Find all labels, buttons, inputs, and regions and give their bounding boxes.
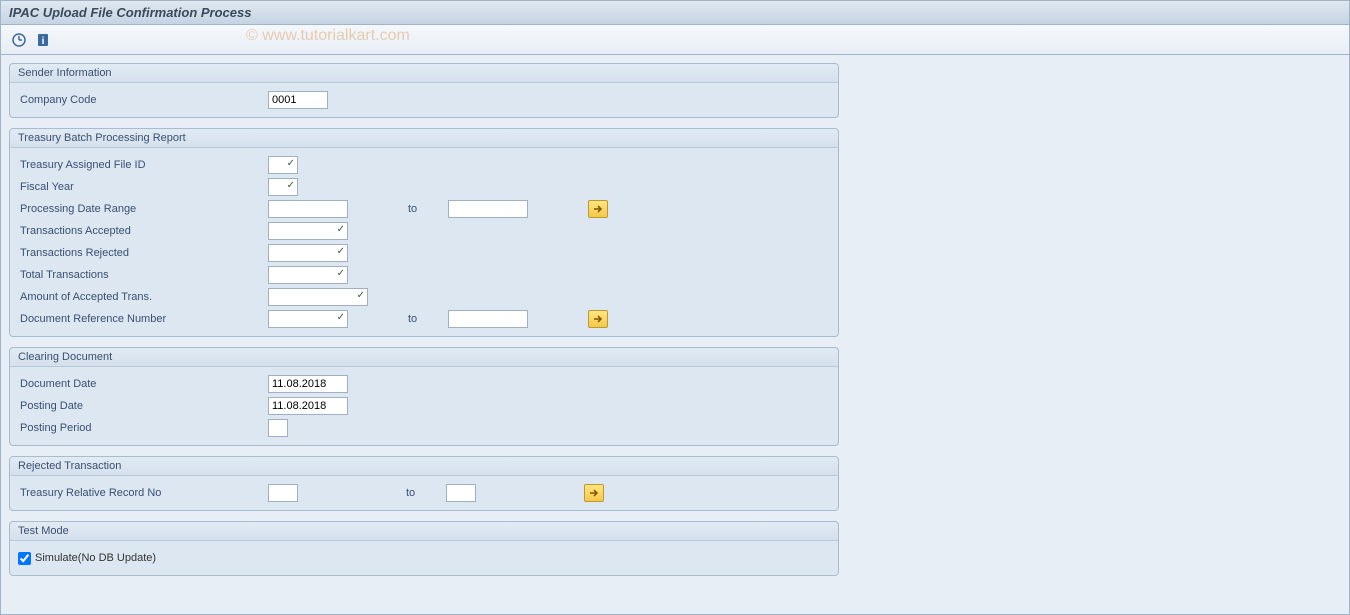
toolbar: i © www.tutorialkart.com [0, 25, 1350, 55]
group-sender: Sender Information Company Code [9, 63, 839, 118]
input-rel-record-to[interactable] [446, 484, 476, 502]
input-post-date[interactable] [268, 397, 348, 415]
content-area: Sender Information Company Code Treasury… [0, 55, 1350, 615]
label-rel-record: Treasury Relative Record No [18, 487, 268, 499]
range-button-rel-record[interactable] [584, 484, 604, 502]
group-treasury: Treasury Batch Processing Report Treasur… [9, 128, 839, 337]
label-proc-date: Processing Date Range [18, 203, 268, 215]
input-doc-ref-from[interactable] [268, 310, 348, 328]
watermark: © www.tutorialkart.com [246, 27, 410, 45]
title-bar: IPAC Upload File Confirmation Process [0, 0, 1350, 25]
group-rejected: Rejected Transaction Treasury Relative R… [9, 456, 839, 511]
label-file-id: Treasury Assigned File ID [18, 159, 268, 171]
label-post-date: Posting Date [18, 400, 268, 412]
group-title-rejected: Rejected Transaction [10, 457, 838, 476]
label-to-proc: to [408, 203, 448, 215]
label-to-docref: to [408, 313, 448, 325]
label-doc-ref: Document Reference Number [18, 313, 268, 325]
group-clearing: Clearing Document Document Date Posting … [9, 347, 839, 446]
input-doc-ref-to[interactable] [448, 310, 528, 328]
page-title: IPAC Upload File Confirmation Process [9, 5, 251, 20]
range-button-doc-ref[interactable] [588, 310, 608, 328]
label-to-rel: to [406, 487, 446, 499]
input-doc-date[interactable] [268, 375, 348, 393]
group-title-test: Test Mode [10, 522, 838, 541]
label-simulate: Simulate(No DB Update) [35, 552, 156, 564]
svg-text:i: i [42, 36, 45, 47]
label-post-period: Posting Period [18, 422, 268, 434]
label-total-trans: Total Transactions [18, 269, 268, 281]
input-proc-date-to[interactable] [448, 200, 528, 218]
checkbox-simulate[interactable] [18, 552, 31, 565]
group-title-sender: Sender Information [10, 64, 838, 83]
execute-icon[interactable] [9, 30, 29, 50]
label-trans-rejected: Transactions Rejected [18, 247, 268, 259]
label-company-code: Company Code [18, 94, 268, 106]
input-trans-accepted[interactable] [268, 222, 348, 240]
input-fiscal-year[interactable] [268, 178, 298, 196]
input-proc-date-from[interactable] [268, 200, 348, 218]
input-trans-rejected[interactable] [268, 244, 348, 262]
input-total-trans[interactable] [268, 266, 348, 284]
input-rel-record-from[interactable] [268, 484, 298, 502]
info-icon[interactable]: i [33, 30, 53, 50]
input-post-period[interactable] [268, 419, 288, 437]
label-trans-accepted: Transactions Accepted [18, 225, 268, 237]
group-test: Test Mode Simulate(No DB Update) [9, 521, 839, 576]
range-button-proc-date[interactable] [588, 200, 608, 218]
input-amount-accepted[interactable] [268, 288, 368, 306]
label-fiscal-year: Fiscal Year [18, 181, 268, 193]
label-amount-accepted: Amount of Accepted Trans. [18, 291, 268, 303]
input-company-code[interactable] [268, 91, 328, 109]
input-file-id[interactable] [268, 156, 298, 174]
group-title-treasury: Treasury Batch Processing Report [10, 129, 838, 148]
group-title-clearing: Clearing Document [10, 348, 838, 367]
label-doc-date: Document Date [18, 378, 268, 390]
